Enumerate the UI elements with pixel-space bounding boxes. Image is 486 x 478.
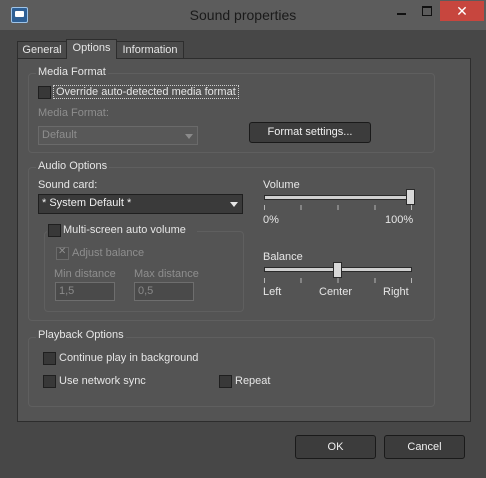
continue-play-checkbox[interactable] <box>43 352 56 365</box>
sound-card-value: * System Default * <box>42 197 132 209</box>
repeat-label[interactable]: Repeat <box>235 375 270 387</box>
tab-information[interactable]: Information <box>116 41 184 59</box>
balance-label: Balance <box>263 251 303 263</box>
max-distance-field[interactable]: 0,5 <box>134 282 194 301</box>
media-format-value: Default <box>42 129 77 141</box>
sound-card-dropdown[interactable]: * System Default * <box>38 194 243 214</box>
adjust-balance-checkbox[interactable] <box>56 246 69 260</box>
balance-center-label: Center <box>319 286 353 298</box>
repeat-checkbox[interactable] <box>219 375 232 388</box>
volume-slider-thumb[interactable] <box>406 189 415 205</box>
multiscreen-checkbox[interactable] <box>48 224 61 237</box>
minimize-button[interactable] <box>388 1 414 21</box>
network-sync-label[interactable]: Use network sync <box>59 375 146 387</box>
playback-options-group <box>28 337 435 407</box>
media-format-label: Media Format: <box>38 107 109 119</box>
cancel-button[interactable]: Cancel <box>384 435 465 459</box>
tab-general[interactable]: General <box>17 41 67 59</box>
volume-min-label: 0% <box>263 214 279 226</box>
balance-right-label: Right <box>383 286 409 298</box>
close-button[interactable]: ✕ <box>440 1 484 21</box>
max-distance-label: Max distance <box>134 268 199 280</box>
media-format-legend: Media Format <box>36 66 108 78</box>
chevron-down-icon <box>181 127 197 144</box>
sound-card-label: Sound card: <box>38 179 98 191</box>
override-checkbox[interactable] <box>38 86 51 99</box>
tab-options[interactable]: Options <box>66 39 117 59</box>
chevron-down-icon <box>226 195 242 213</box>
network-sync-checkbox[interactable] <box>43 375 56 388</box>
override-label[interactable]: Override auto-detected media format <box>53 85 239 99</box>
multiscreen-label[interactable]: Multi-screen auto volume <box>63 224 186 236</box>
playback-options-legend: Playback Options <box>36 329 126 341</box>
maximize-button[interactable] <box>414 1 440 21</box>
volume-max-label: 100% <box>385 214 414 226</box>
volume-label: Volume <box>263 179 300 191</box>
ok-button[interactable]: OK <box>295 435 376 459</box>
format-settings-button[interactable]: Format settings... <box>249 122 371 143</box>
min-distance-field[interactable]: 1,5 <box>55 282 115 301</box>
balance-left-label: Left <box>263 286 282 298</box>
volume-ticks <box>264 205 412 210</box>
balance-slider-thumb[interactable] <box>333 262 342 278</box>
volume-track[interactable] <box>264 195 412 200</box>
balance-ticks <box>264 278 412 283</box>
audio-options-legend: Audio Options <box>36 160 110 172</box>
continue-play-label[interactable]: Continue play in background <box>59 352 198 364</box>
min-distance-label: Min distance <box>54 268 116 280</box>
media-format-dropdown[interactable]: Default <box>38 126 198 145</box>
adjust-balance-label[interactable]: Adjust balance <box>72 247 144 259</box>
